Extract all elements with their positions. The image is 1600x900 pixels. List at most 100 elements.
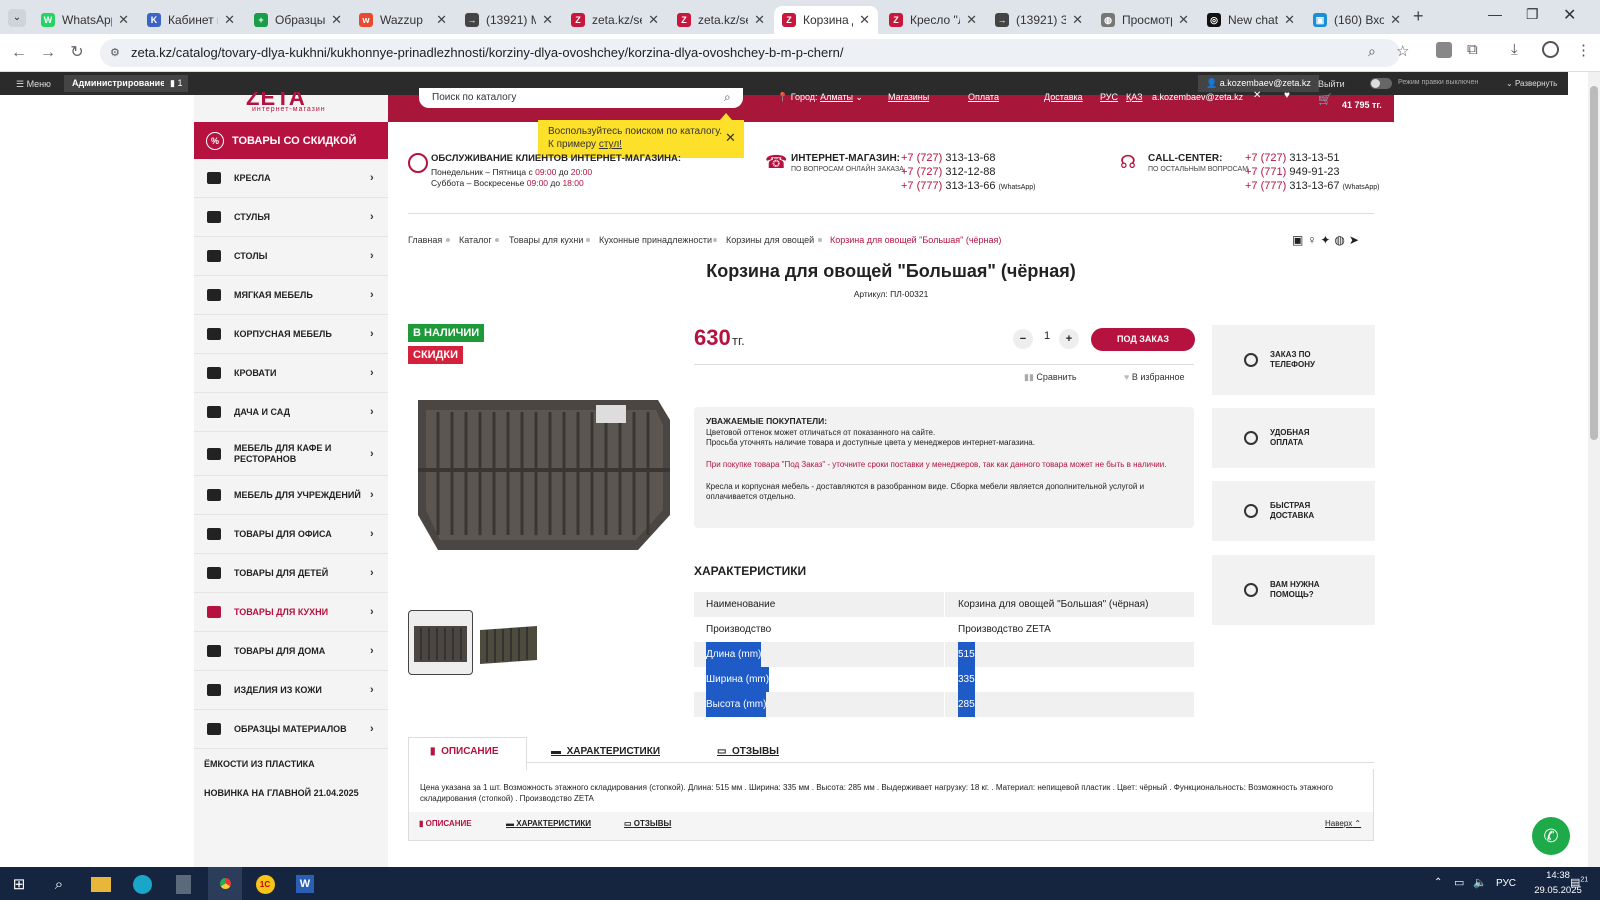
discount-goods-link[interactable]: % ТОВАРЫ СО СКИДКОЙ: [194, 122, 388, 159]
tab-close-icon[interactable]: ✕: [118, 12, 129, 28]
sidebar-item[interactable]: ТОВАРЫ ДЛЯ ДОМА ›: [194, 632, 388, 671]
language-indicator[interactable]: РУС: [1496, 878, 1516, 889]
sidebar-item[interactable]: МЯГКАЯ МЕБЕЛЬ ›: [194, 276, 388, 315]
browser-tab[interactable]: W WhatsApp ✕: [33, 6, 137, 34]
tab-characteristics[interactable]: ▬ ХАРАКТЕРИСТИКИ: [551, 746, 660, 757]
browser-tab[interactable]: Z Кресло "Л ✕: [881, 6, 985, 34]
tab-close-icon[interactable]: ✕: [1178, 12, 1189, 28]
scrollbar-thumb[interactable]: [1590, 86, 1598, 440]
header-lang-ru[interactable]: РУС: [1100, 92, 1118, 102]
sidebar-item[interactable]: ТОВАРЫ ДЛЯ ДЕТЕЙ ›: [194, 554, 388, 593]
service-card[interactable]: УДОБНАЯ ОПЛАТА: [1212, 408, 1375, 468]
breadcrumb-item[interactable]: Кухонные принадлежности: [599, 235, 712, 245]
sticky-tab-characteristics[interactable]: ▬ ХАРАКТЕРИСТИКИ: [506, 819, 591, 828]
windows-start-icon[interactable]: ⊞: [7, 872, 31, 896]
tab-close-icon[interactable]: ✕: [1390, 12, 1401, 28]
extension-icon[interactable]: [1436, 42, 1452, 58]
header-logout-icon[interactable]: ✕: [1253, 90, 1261, 101]
taskbar-search-icon[interactable]: ⌕: [47, 872, 71, 896]
back-icon[interactable]: ←: [8, 42, 30, 64]
sidebar-extra-plastic[interactable]: ЁМКОСТИ ИЗ ПЛАСТИКА: [204, 759, 315, 769]
browser-tab[interactable]: Zzeta.kz/se ✕: [669, 6, 773, 34]
sidebar-extra-new[interactable]: НОВИНКА НА ГЛАВНОЙ 21.04.2025: [204, 788, 359, 798]
sticky-tab-reviews[interactable]: ▭ ОТЗЫВЫ: [624, 819, 671, 828]
sidebar-item[interactable]: ОБРАЗЦЫ МАТЕРИАЛОВ ›: [194, 710, 388, 749]
chrome-taskbar-icon[interactable]: [208, 867, 242, 900]
sidebar-item[interactable]: КОРПУСНАЯ МЕБЕЛЬ ›: [194, 315, 388, 354]
new-tab-button[interactable]: +: [1413, 6, 1424, 27]
phone-number[interactable]: +7 (777) 313-13-66 (WhatsApp): [901, 180, 1036, 192]
close-window-button[interactable]: ✕: [1563, 5, 1576, 25]
browser-tab[interactable]: + Образцы ✕: [246, 6, 350, 34]
header-link-shops[interactable]: Магазины: [888, 92, 929, 102]
site-logo[interactable]: ZETA: [246, 92, 306, 106]
header-link-payment[interactable]: Оплата: [968, 92, 999, 102]
tooltip-close-icon[interactable]: ✕: [725, 130, 736, 146]
sidebar-item[interactable]: МЕБЕЛЬ ДЛЯ УЧРЕЖДЕНИЙ ›: [194, 476, 388, 515]
sidebar-item[interactable]: ТОВАРЫ ДЛЯ КУХНИ ›: [194, 593, 388, 632]
browser-tab[interactable]: Zzeta.kz/se ✕: [563, 6, 667, 34]
extensions-puzzle-icon[interactable]: ⧉: [1467, 41, 1478, 58]
order-button[interactable]: ПОД ЗАКАЗ: [1091, 328, 1195, 351]
url-text[interactable]: zeta.kz/catalog/tovary-dlya-kukhni/kukho…: [131, 45, 1331, 60]
admin-expand-link[interactable]: ⌄ Развернуть: [1506, 79, 1557, 88]
header-heart-icon[interactable]: ♥: [1284, 90, 1290, 101]
admin-panel-button[interactable]: Администрирование: [64, 75, 174, 92]
reload-icon[interactable]: ↻: [66, 42, 88, 64]
1c-icon[interactable]: 1C: [253, 872, 277, 896]
phone-number[interactable]: +7 (771) 949-91-23: [1245, 166, 1340, 178]
browser-tab[interactable]: → (13921) За ✕: [987, 6, 1091, 34]
sidebar-item[interactable]: ИЗДЕЛИЯ ИЗ КОЖИ ›: [194, 671, 388, 710]
browser-tab[interactable]: w Wazzup ✕: [351, 6, 455, 34]
maximize-button[interactable]: ❐: [1526, 6, 1539, 23]
tab-close-icon[interactable]: ✕: [648, 12, 659, 28]
profile-icon[interactable]: [1542, 41, 1559, 58]
browser-tab[interactable]: ▣ (160) Вход ✕: [1305, 6, 1409, 34]
header-user-email[interactable]: a.kozembaev@zeta.kz: [1152, 92, 1243, 102]
cart-icon[interactable]: 🛒: [1318, 93, 1332, 106]
search-icon[interactable]: ⌕: [724, 90, 731, 105]
admin-menu-button[interactable]: ☰ Меню: [16, 79, 51, 90]
scroll-to-top-link[interactable]: Наверх ⌃: [1325, 819, 1361, 828]
edit-mode-toggle[interactable]: [1370, 78, 1392, 89]
phone-number[interactable]: +7 (727) 313-13-51: [1245, 152, 1340, 164]
sidebar-item[interactable]: МЕБЕЛЬ ДЛЯ КАФЕ И РЕСТОРАНОВ ›: [194, 432, 388, 476]
tab-close-icon[interactable]: ✕: [859, 12, 870, 28]
tray-chevron-icon[interactable]: ⌃: [1434, 877, 1442, 888]
tab-close-icon[interactable]: ✕: [331, 12, 342, 28]
network-icon[interactable]: ▭: [1454, 876, 1464, 889]
browser-tab[interactable]: ◍ Просмотр ✕: [1093, 6, 1197, 34]
header-lang-kz[interactable]: ҚАЗ: [1126, 92, 1143, 102]
sidebar-item[interactable]: ТОВАРЫ ДЛЯ ОФИСА ›: [194, 515, 388, 554]
service-card[interactable]: ВАМ НУЖНА ПОМОЩЬ?: [1212, 555, 1375, 625]
favorite-link[interactable]: ♥ В избранное: [1124, 372, 1185, 382]
qty-input[interactable]: 1: [1039, 330, 1055, 342]
notifications-icon[interactable]: ▤21: [1570, 876, 1588, 889]
bookmark-star-icon[interactable]: ☆: [1396, 42, 1409, 60]
file-explorer-icon[interactable]: [89, 872, 113, 896]
browser-tab[interactable]: K Кабинет п ✕: [139, 6, 243, 34]
breadcrumb-item[interactable]: Корзина для овощей "Большая" (чёрная): [830, 235, 1001, 245]
admin-logout-link[interactable]: Выйти: [1318, 79, 1345, 89]
site-info-icon[interactable]: ⚙: [110, 46, 120, 59]
tab-close-icon[interactable]: ✕: [436, 12, 447, 28]
sidebar-item[interactable]: СТУЛЬЯ ›: [194, 198, 388, 237]
breadcrumb-item[interactable]: Товары для кухни: [509, 235, 583, 245]
city-selector[interactable]: 📍 Город: Алматы ⌄: [777, 92, 863, 103]
tab-close-icon[interactable]: ✕: [754, 12, 765, 28]
share-icons[interactable]: ▣♀✦◍➤: [1292, 233, 1363, 247]
calculator-icon[interactable]: [171, 872, 195, 896]
tab-close-icon[interactable]: ✕: [1284, 12, 1295, 28]
product-thumbnail-2[interactable]: [477, 610, 542, 675]
breadcrumb-item[interactable]: Главная: [408, 235, 442, 245]
admin-notifications-button[interactable]: ▮ 1: [164, 75, 189, 92]
sidebar-item[interactable]: КРОВАТИ ›: [194, 354, 388, 393]
edge-icon[interactable]: [130, 872, 154, 896]
sticky-tab-description[interactable]: ▮ ОПИСАНИЕ: [419, 819, 472, 828]
minimize-button[interactable]: —: [1488, 6, 1502, 22]
qty-decrease-button[interactable]: −: [1013, 329, 1033, 349]
sidebar-item[interactable]: КРЕСЛА ›: [194, 159, 388, 198]
sidebar-item[interactable]: СТОЛЫ ›: [194, 237, 388, 276]
volume-icon[interactable]: 🔈: [1473, 876, 1487, 889]
tab-close-icon[interactable]: ✕: [224, 12, 235, 28]
